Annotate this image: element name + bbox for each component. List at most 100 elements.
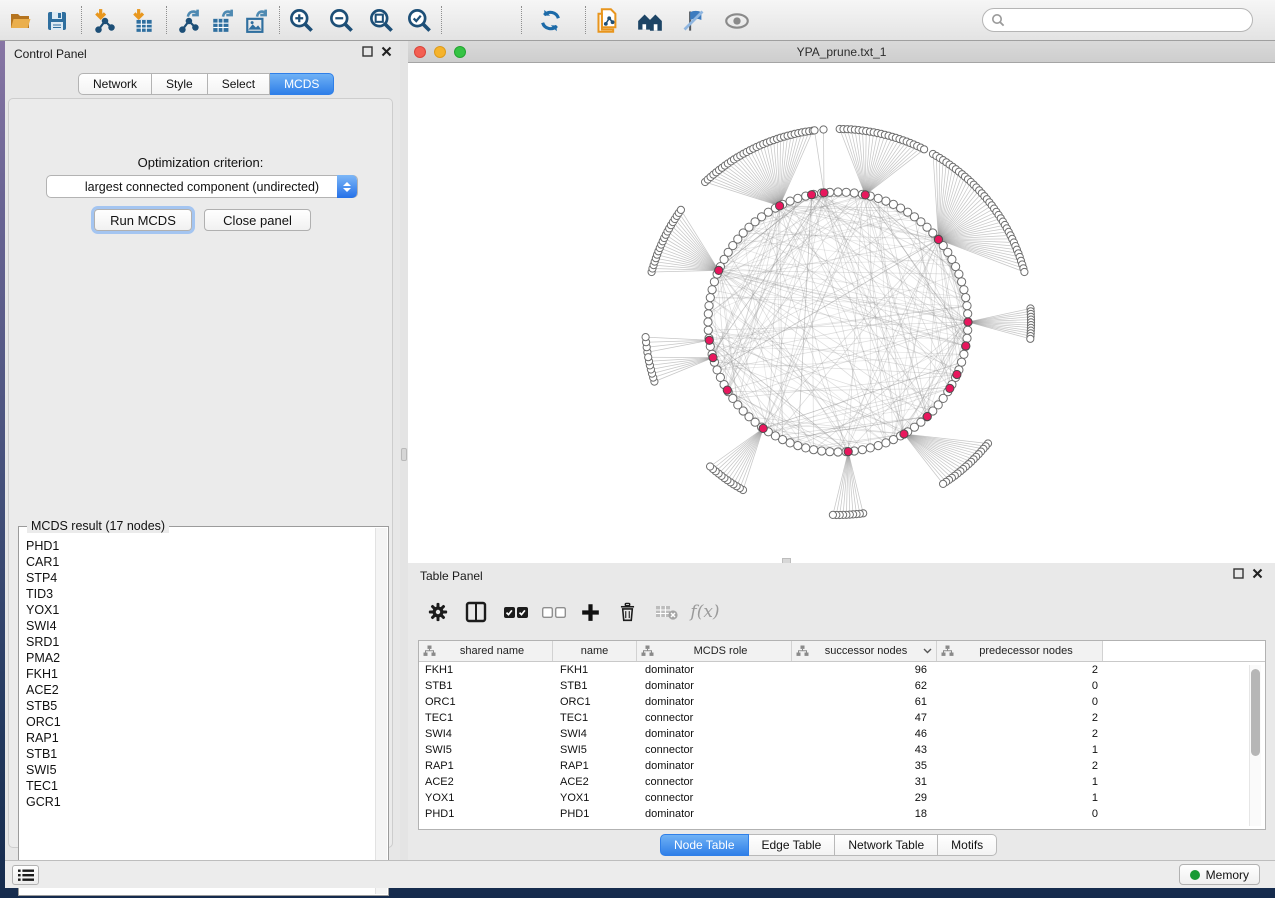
cell-predecessor_nodes[interactable]: 2 xyxy=(937,712,1103,724)
result-node-item[interactable]: CAR1 xyxy=(26,554,374,570)
leaf-node[interactable] xyxy=(1021,268,1028,275)
cell-mcds_role[interactable]: dominator xyxy=(637,680,792,692)
leaf-node[interactable] xyxy=(645,354,652,361)
table-scrollbar[interactable] xyxy=(1249,665,1261,826)
result-node-item[interactable]: STP4 xyxy=(26,570,374,586)
table-row[interactable]: STB1STB1dominator620 xyxy=(419,678,1265,694)
split-panel-icon[interactable] xyxy=(460,596,492,628)
result-node-item[interactable]: SWI5 xyxy=(26,762,374,778)
mcds-hub-node[interactable] xyxy=(923,412,931,420)
network-home-icon[interactable] xyxy=(635,7,665,34)
hide-graphics-details-icon[interactable] xyxy=(678,7,708,34)
add-column-icon[interactable] xyxy=(574,596,606,628)
splitter-handle[interactable] xyxy=(401,448,407,461)
network-node[interactable] xyxy=(826,448,834,456)
result-node-item[interactable]: SWI4 xyxy=(26,618,374,634)
network-node[interactable] xyxy=(952,263,960,271)
float-panel-icon[interactable] xyxy=(362,46,373,57)
refresh-layout-icon[interactable] xyxy=(535,7,565,34)
export-table-icon[interactable] xyxy=(208,7,238,34)
network-node[interactable] xyxy=(964,310,972,318)
optimization-criterion-select[interactable]: largest connected component (undirected) xyxy=(46,175,358,198)
tab-mcds[interactable]: MCDS xyxy=(270,73,334,95)
log-console-button[interactable] xyxy=(12,865,39,885)
leaf-node[interactable] xyxy=(940,480,947,487)
cell-name[interactable]: TEC1 xyxy=(553,712,637,724)
table-row[interactable]: SWI4SWI4dominator462 xyxy=(419,726,1265,742)
cell-mcds_role[interactable]: connector xyxy=(637,776,792,788)
cell-successor_nodes[interactable]: 31 xyxy=(792,776,937,788)
float-panel-icon[interactable] xyxy=(1233,568,1244,579)
table-scrollbar-thumb[interactable] xyxy=(1251,669,1260,756)
tab-motifs[interactable]: Motifs xyxy=(938,834,997,856)
close-panel-button[interactable]: Close panel xyxy=(204,209,311,231)
select-all-columns-icon[interactable] xyxy=(500,596,532,628)
network-canvas[interactable] xyxy=(408,63,1275,563)
table-row[interactable]: RAP1RAP1dominator352 xyxy=(419,758,1265,774)
cell-shared_name[interactable]: PHD1 xyxy=(419,808,553,820)
tab-network[interactable]: Network xyxy=(78,73,152,95)
network-node[interactable] xyxy=(786,439,794,447)
show-view-eye-icon[interactable] xyxy=(722,7,752,34)
window-minimize-icon[interactable] xyxy=(434,46,446,58)
cell-mcds_role[interactable]: dominator xyxy=(637,760,792,772)
mcds-hub-node[interactable] xyxy=(953,370,961,378)
zoom-in-icon[interactable] xyxy=(286,7,316,34)
cell-name[interactable]: SWI5 xyxy=(553,744,637,756)
window-maximize-icon[interactable] xyxy=(454,46,466,58)
result-node-item[interactable]: ORC1 xyxy=(26,714,374,730)
network-node[interactable] xyxy=(960,350,968,358)
leaf-node[interactable] xyxy=(677,206,684,213)
leaf-node[interactable] xyxy=(707,463,714,470)
tab-network-table[interactable]: Network Table xyxy=(835,834,938,856)
cell-successor_nodes[interactable]: 35 xyxy=(792,760,937,772)
cell-shared_name[interactable]: SWI4 xyxy=(419,728,553,740)
cell-predecessor_nodes[interactable]: 2 xyxy=(937,728,1103,740)
mcds-result-scrollbar[interactable] xyxy=(375,528,387,894)
network-node[interactable] xyxy=(850,189,858,197)
network-node[interactable] xyxy=(710,278,718,286)
export-network-icon[interactable] xyxy=(175,7,205,34)
network-node[interactable] xyxy=(963,302,971,310)
network-node[interactable] xyxy=(960,286,968,294)
network-node[interactable] xyxy=(818,447,826,455)
mcds-hub-node[interactable] xyxy=(964,318,972,326)
table-row[interactable]: YOX1YOX1connector291 xyxy=(419,790,1265,806)
cell-successor_nodes[interactable]: 18 xyxy=(792,808,937,820)
tab-edge-table[interactable]: Edge Table xyxy=(749,834,836,856)
network-window-titlebar[interactable]: YPA_prune.txt_1 xyxy=(408,41,1275,63)
mcds-hub-node[interactable] xyxy=(759,424,767,432)
cell-shared_name[interactable]: ORC1 xyxy=(419,696,553,708)
network-node[interactable] xyxy=(964,326,972,334)
cell-mcds_role[interactable]: dominator xyxy=(637,664,792,676)
cell-name[interactable]: RAP1 xyxy=(553,760,637,772)
result-node-item[interactable]: RAP1 xyxy=(26,730,374,746)
network-node[interactable] xyxy=(874,194,882,202)
cell-shared_name[interactable]: STB1 xyxy=(419,680,553,692)
mcds-result-list[interactable]: PHD1CAR1STP4TID3YOX1SWI4SRD1PMA2FKH1ACE2… xyxy=(19,530,374,894)
network-node[interactable] xyxy=(704,326,712,334)
network-node[interactable] xyxy=(834,448,842,456)
result-node-item[interactable]: FKH1 xyxy=(26,666,374,682)
leaf-node[interactable] xyxy=(820,126,827,133)
network-node[interactable] xyxy=(858,446,866,454)
result-node-item[interactable]: SRD1 xyxy=(26,634,374,650)
result-node-item[interactable]: GCR1 xyxy=(26,794,374,810)
deselect-all-columns-icon[interactable] xyxy=(538,596,570,628)
cell-mcds_role[interactable]: dominator xyxy=(637,728,792,740)
cell-name[interactable]: ORC1 xyxy=(553,696,637,708)
table-row[interactable]: PHD1PHD1dominator180 xyxy=(419,806,1265,822)
mcds-hub-node[interactable] xyxy=(776,202,784,210)
cell-shared_name[interactable]: RAP1 xyxy=(419,760,553,772)
zoom-selected-icon[interactable] xyxy=(404,7,434,34)
network-node[interactable] xyxy=(810,446,818,454)
network-node[interactable] xyxy=(713,366,721,374)
cell-predecessor_nodes[interactable]: 0 xyxy=(937,680,1103,692)
cell-successor_nodes[interactable]: 62 xyxy=(792,680,937,692)
cell-predecessor_nodes[interactable]: 0 xyxy=(937,808,1103,820)
network-node[interactable] xyxy=(882,197,890,205)
cell-name[interactable]: FKH1 xyxy=(553,664,637,676)
mcds-hub-node[interactable] xyxy=(709,354,717,362)
cell-name[interactable]: SWI4 xyxy=(553,728,637,740)
network-node[interactable] xyxy=(704,310,712,318)
